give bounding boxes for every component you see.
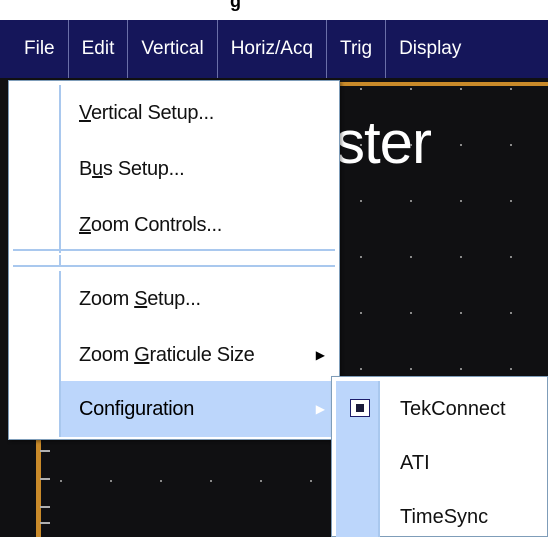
graticule-dot <box>60 480 62 482</box>
graticule-dot <box>410 144 412 146</box>
menu-item-label: Vertical Setup... <box>79 101 214 124</box>
menu-item-label: Zoom Setup... <box>79 287 201 310</box>
graticule-dot <box>460 256 462 258</box>
graticule-dot <box>360 312 362 314</box>
menu-item-icon-area <box>13 85 61 141</box>
scope-overlay-text: ster <box>335 109 432 176</box>
graticule-dot <box>210 480 212 482</box>
menu-display[interactable]: Display <box>386 20 474 78</box>
submenu-item-label: TimeSync <box>400 505 489 528</box>
menu-item-zoom-controls[interactable]: Zoom Controls... <box>13 197 335 253</box>
graticule-dot <box>510 256 512 258</box>
menu-item-zoom-setup[interactable]: Zoom Setup... <box>13 271 335 327</box>
graticule-dot <box>410 88 412 90</box>
graticule-dot <box>260 480 262 482</box>
graticule-dot <box>510 144 512 146</box>
submenu-arrow-icon: ▶ <box>315 348 325 362</box>
menu-item-label: Zoom Controls... <box>79 213 223 236</box>
graticule-dot <box>510 368 512 370</box>
graticule-dot <box>410 368 412 370</box>
menu-item-icon-area <box>13 197 61 253</box>
graticule-dot <box>310 480 312 482</box>
graticule-tick <box>40 506 50 508</box>
graticule-dot <box>460 368 462 370</box>
submenu-item-ati[interactable]: ATI <box>336 437 545 489</box>
graticule-tick <box>40 450 50 452</box>
menu-item-icon-area <box>13 327 61 383</box>
graticule-tick <box>40 522 50 524</box>
menu-item-icon-area <box>13 141 61 197</box>
graticule-dot <box>360 368 362 370</box>
graticule-dot <box>510 88 512 90</box>
submenu-item-label: ATI <box>400 451 430 474</box>
graticule-dot <box>160 480 162 482</box>
menu-item-bus-setup[interactable]: Bus Setup... <box>13 141 335 197</box>
title-strip: g <box>0 0 548 20</box>
graticule-dot <box>360 256 362 258</box>
menu-vertical[interactable]: Vertical <box>128 20 218 78</box>
menu-edit[interactable]: Edit <box>69 20 129 78</box>
menu-item-label: Bus Setup... <box>79 157 185 180</box>
menu-item-label: Zoom Graticule Size <box>79 343 255 366</box>
menu-item-icon-area <box>13 271 61 327</box>
menu-spacer <box>13 255 335 265</box>
submenu-item-label: TekConnect <box>400 397 506 420</box>
menu-separator <box>13 265 335 267</box>
graticule-dot <box>460 88 462 90</box>
menu-file[interactable]: File <box>12 20 69 78</box>
graticule-dot <box>110 480 112 482</box>
submenu-arrow-icon: ▶ <box>315 402 325 416</box>
graticule-dot <box>360 88 362 90</box>
menu-horiz-acq[interactable]: Horiz/Acq <box>218 20 328 78</box>
graticule-dot <box>460 200 462 202</box>
menu-item-configuration[interactable]: Configuration ▶ <box>13 381 335 437</box>
graticule-dot <box>510 312 512 314</box>
submenu-item-tekconnect[interactable]: TekConnect <box>336 383 545 435</box>
graticule-dot <box>460 144 462 146</box>
menu-separator <box>13 249 335 251</box>
checked-icon <box>350 399 370 417</box>
graticule-dot <box>410 312 412 314</box>
menu-item-zoom-graticule-size[interactable]: Zoom Graticule Size ▶ <box>13 327 335 383</box>
vertical-dropdown-menu: Vertical Setup... Bus Setup... Zoom Cont… <box>8 80 340 440</box>
graticule-dot <box>410 200 412 202</box>
graticule-dot <box>460 312 462 314</box>
configuration-submenu: TekConnect ATI TimeSync <box>331 376 548 537</box>
menu-item-label: Configuration <box>79 397 195 420</box>
graticule-dot <box>360 144 362 146</box>
menu-item-icon-area <box>13 381 61 437</box>
menu-trig[interactable]: Trig <box>327 20 387 78</box>
menu-item-vertical-setup[interactable]: Vertical Setup... <box>13 85 335 141</box>
graticule-dot <box>510 200 512 202</box>
graticule-dot <box>360 200 362 202</box>
submenu-item-timesync[interactable]: TimeSync <box>336 491 545 537</box>
graticule-dot <box>410 256 412 258</box>
graticule-tick <box>40 478 50 480</box>
window-title-partial: g <box>230 0 241 11</box>
menubar: File Edit Vertical Horiz/Acq Trig Displa… <box>0 20 548 78</box>
menu-item-icon-area <box>13 255 61 265</box>
